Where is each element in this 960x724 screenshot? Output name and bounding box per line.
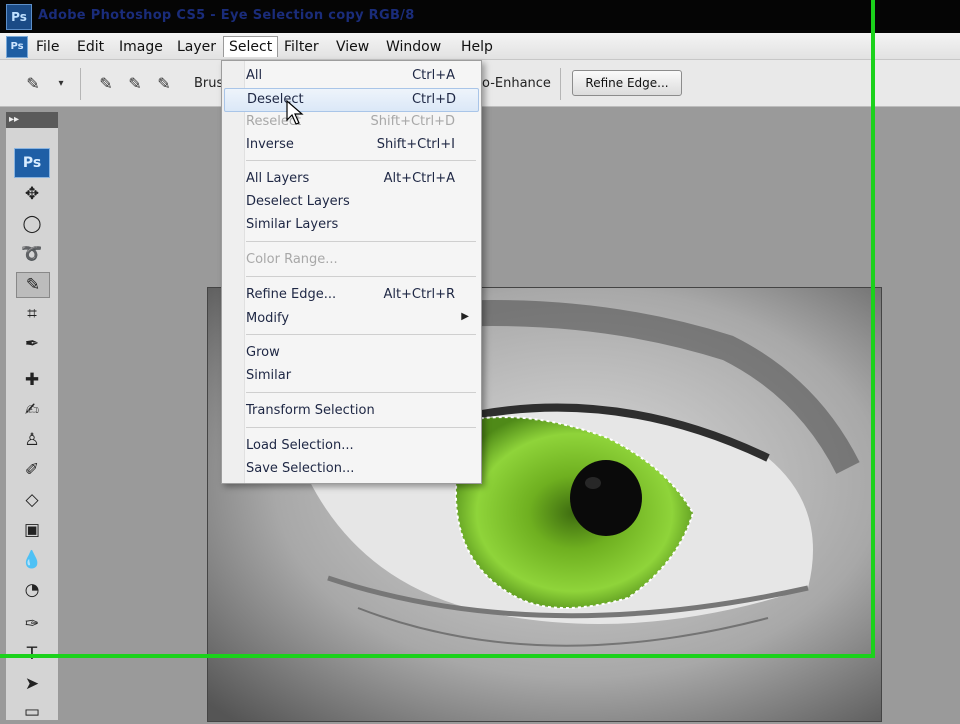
separator	[80, 68, 81, 100]
menu-separator	[246, 334, 476, 335]
menu-item-transform-selection[interactable]: Transform Selection	[224, 400, 477, 422]
app-menu-icon[interactable]: Ps	[6, 36, 28, 58]
menu-window[interactable]: Window	[381, 37, 446, 57]
menu-item-save-selection[interactable]: Save Selection...	[224, 458, 477, 480]
menu-item-deselect-layers[interactable]: Deselect Layers	[224, 191, 477, 213]
quick-selection-tool-icon[interactable]: ✎	[16, 272, 50, 298]
toolbox: ▸▸ Ps ✥ ◯ ➰ ✎ ⌗ ✒ ✚ ✍ ♙ ✐ ◇ ▣ 💧 ◔ ✑ T ➤ …	[6, 112, 59, 722]
menu-select[interactable]: Select	[223, 36, 279, 57]
menu-item-grow[interactable]: Grow	[224, 342, 477, 364]
menu-help[interactable]: Help	[456, 37, 498, 57]
title-bar: Ps Adobe Photoshop CS5 - Eye Selection c…	[0, 0, 960, 33]
path-selection-tool-icon[interactable]: ➤	[16, 672, 48, 696]
clone-stamp-tool-icon[interactable]: ♙	[16, 428, 48, 452]
menu-image[interactable]: Image	[114, 37, 168, 57]
subtract-from-selection-icon[interactable]: ✎	[153, 73, 175, 95]
menu-item-all-layers[interactable]: All Layers Alt+Ctrl+A	[224, 168, 477, 190]
toolbox-ps-logo: Ps	[14, 148, 50, 178]
menu-item-all[interactable]: All Ctrl+A	[224, 65, 477, 87]
healing-brush-tool-icon[interactable]: ✚	[16, 368, 48, 392]
menu-item-similar[interactable]: Similar	[224, 365, 477, 387]
menu-filter[interactable]: Filter	[279, 37, 324, 57]
annotation-highlight-line	[0, 654, 875, 658]
blur-tool-icon[interactable]: 💧	[16, 548, 48, 572]
annotation-highlight-line	[871, 0, 875, 658]
menu-item-reselect: Reselect Shift+Ctrl+D	[246, 114, 455, 129]
dodge-tool-icon[interactable]: ◔	[16, 578, 48, 602]
add-to-selection-icon[interactable]: ✎	[124, 73, 146, 95]
menu-layer[interactable]: Layer	[172, 37, 221, 57]
eyedropper-tool-icon[interactable]: ✒	[16, 332, 48, 356]
menu-file[interactable]: File	[31, 37, 64, 57]
menu-separator	[246, 241, 476, 242]
eraser-tool-icon[interactable]: ◇	[16, 488, 48, 512]
menu-item-inverse[interactable]: Inverse Shift+Ctrl+I	[224, 134, 477, 156]
menu-edit[interactable]: Edit	[72, 37, 109, 57]
menu-item-color-range: Color Range...	[246, 252, 338, 267]
toolbox-collapse-button[interactable]: ▸▸	[6, 112, 58, 128]
mouse-cursor-icon	[286, 100, 304, 125]
menu-bar: Ps File Edit Image Layer Select Filter V…	[0, 33, 960, 60]
menu-item-refine-edge[interactable]: Refine Edge... Alt+Ctrl+R	[224, 284, 477, 306]
gradient-tool-icon[interactable]: ▣	[16, 518, 48, 542]
menu-item-modify[interactable]: Modify ▶	[224, 308, 477, 330]
app-icon: Ps	[6, 4, 32, 30]
menu-item-load-selection[interactable]: Load Selection...	[224, 435, 477, 457]
tool-preset-dropdown-icon[interactable]: ▾	[50, 73, 72, 95]
window-title: Adobe Photoshop CS5 - Eye Selection copy…	[38, 8, 415, 23]
pen-tool-icon[interactable]: ✑	[16, 612, 48, 636]
menu-separator	[246, 160, 476, 161]
move-tool-icon[interactable]: ✥	[16, 182, 48, 206]
crop-tool-icon[interactable]: ⌗	[16, 302, 48, 326]
refine-edge-button[interactable]: Refine Edge...	[572, 70, 682, 96]
shape-tool-icon[interactable]: ▭	[16, 700, 48, 724]
separator	[560, 68, 561, 100]
new-selection-icon[interactable]: ✎	[95, 73, 117, 95]
menu-separator	[246, 427, 476, 428]
history-brush-tool-icon[interactable]: ✐	[16, 458, 48, 482]
menu-view[interactable]: View	[331, 37, 374, 57]
brush-label: Brus	[194, 76, 224, 91]
brush-tool-icon[interactable]: ✍	[16, 398, 48, 422]
lasso-tool-icon[interactable]: ➰	[16, 242, 48, 266]
auto-enhance-label[interactable]: o-Enhance	[482, 76, 551, 91]
menu-separator	[246, 392, 476, 393]
menu-item-deselect[interactable]: Deselect Ctrl+D	[224, 88, 479, 112]
select-menu-dropdown: All Ctrl+A Deselect Ctrl+D Reselect Shif…	[221, 60, 482, 484]
marquee-tool-icon[interactable]: ◯	[16, 212, 48, 236]
menu-item-similar-layers[interactable]: Similar Layers	[224, 214, 477, 236]
quick-selection-tool-icon[interactable]: ✎	[22, 73, 44, 95]
menu-separator	[246, 276, 476, 277]
submenu-arrow-icon: ▶	[461, 311, 469, 322]
